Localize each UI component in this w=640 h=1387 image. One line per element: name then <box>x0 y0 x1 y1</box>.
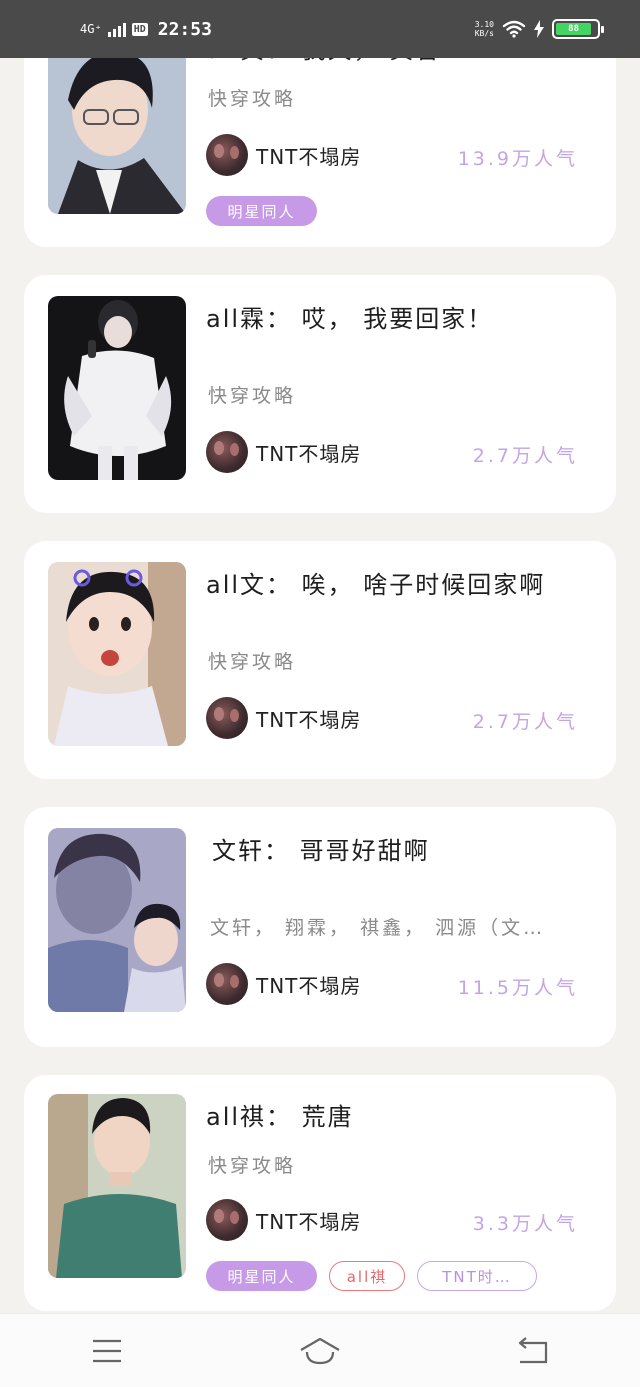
author-row[interactable]: TNT不塌房 <box>206 1199 361 1241</box>
author-avatar <box>206 697 248 739</box>
novel-subtitle: 快穿攻略 <box>208 385 297 407</box>
author-name: TNT不塌房 <box>256 441 362 466</box>
author-name: TNT不塌房 <box>256 144 362 169</box>
author-row[interactable]: TNT不塌房 <box>206 431 361 473</box>
tag-list: 明星同人 all祺 TNT时… <box>206 1261 537 1291</box>
system-nav-bar <box>0 1313 640 1387</box>
clock: 22:53 <box>157 18 212 40</box>
author-row[interactable]: TNT不塌房 <box>206 963 361 1005</box>
tag[interactable]: 明星同人 <box>206 196 317 226</box>
back-button[interactable] <box>503 1331 563 1371</box>
signal-icon <box>107 21 126 37</box>
novel-card[interactable]: all文： 唉， 啥子时候回家啊 快穿攻略 TNT不塌房 2.7万人气 <box>24 541 616 779</box>
tag-list: 明星同人 <box>206 196 317 226</box>
menu-button[interactable] <box>77 1331 137 1371</box>
author-avatar <box>206 963 248 1005</box>
novel-title[interactable]: all霖： 哎， 我要回家！ <box>206 299 493 334</box>
author-row[interactable]: TNT不塌房 <box>206 697 361 739</box>
cover-image[interactable] <box>48 562 186 746</box>
network-speed: 3.10 KB/s <box>475 20 494 38</box>
author-name: TNT不塌房 <box>256 973 362 998</box>
novel-title[interactable]: all文： 唉， 啥子时候回家啊 <box>206 565 545 600</box>
novel-title[interactable]: all祺： 荒唐 <box>206 1097 354 1132</box>
tag[interactable]: TNT时… <box>417 1261 537 1291</box>
cover-image[interactable] <box>48 1094 186 1278</box>
network-type: 4G⁺ <box>80 22 102 36</box>
novel-subtitle: 文轩， 翔霖， 祺鑫， 泗源（文… <box>210 917 546 939</box>
wifi-icon <box>502 20 526 38</box>
novel-card[interactable]: all祺： 荒唐 快穿攻略 TNT不塌房 3.3万人气 明星同人 all祺 TN… <box>24 1075 616 1311</box>
author-row[interactable]: TNT不塌房 <box>206 134 361 176</box>
speed-unit: KB/s <box>474 29 494 38</box>
tag[interactable]: 明星同人 <box>206 1261 317 1291</box>
status-right: 3.10 KB/s 88 <box>475 19 604 39</box>
novel-title[interactable]: 文轩： 哥哥好甜啊 <box>212 831 430 866</box>
novel-subtitle: 快穿攻略 <box>208 651 297 673</box>
author-avatar <box>206 134 248 176</box>
popularity-count: 3.3万人气 <box>472 1213 578 1235</box>
author-name: TNT不塌房 <box>256 707 362 732</box>
speed-value: 3.10 <box>474 20 494 29</box>
hd-badge: HD <box>131 22 148 36</box>
novel-card[interactable]: all霖： 哎， 我要回家！ 快穿攻略 TNT不塌房 2.7万人气 <box>24 275 616 513</box>
popularity-count: 2.7万人气 <box>472 711 578 733</box>
cover-art <box>48 1094 186 1278</box>
home-button[interactable] <box>290 1331 350 1371</box>
battery-level: 88 <box>556 23 592 35</box>
popularity-count: 13.9万人气 <box>457 148 578 170</box>
popularity-count: 2.7万人气 <box>472 445 578 467</box>
tag[interactable]: all祺 <box>329 1261 405 1291</box>
author-avatar <box>206 1199 248 1241</box>
author-name: TNT不塌房 <box>256 1209 362 1234</box>
cover-image[interactable] <box>48 296 186 480</box>
status-left: 4G⁺ HD 22:53 <box>80 19 212 40</box>
back-icon <box>519 1336 548 1363</box>
popularity-count: 11.5万人气 <box>457 977 578 999</box>
cover-art <box>48 296 186 480</box>
cover-art <box>48 828 186 1012</box>
cover-image[interactable] <box>48 828 186 1012</box>
novel-subtitle: 快穿攻略 <box>208 88 297 110</box>
charging-icon <box>534 20 544 38</box>
novel-subtitle: 快穿攻略 <box>208 1155 297 1177</box>
status-bar: 4G⁺ HD 22:53 3.10 KB/s 88 <box>0 0 640 58</box>
novel-card[interactable]: 文轩： 哥哥好甜啊 文轩， 翔霖， 祺鑫， 泗源（文… TNT不塌房 11.5万… <box>24 807 616 1047</box>
menu-icon <box>92 1339 121 1362</box>
cover-art <box>48 562 186 746</box>
author-avatar <box>206 431 248 473</box>
home-icon <box>300 1337 340 1364</box>
battery-icon: 88 <box>552 19 604 39</box>
